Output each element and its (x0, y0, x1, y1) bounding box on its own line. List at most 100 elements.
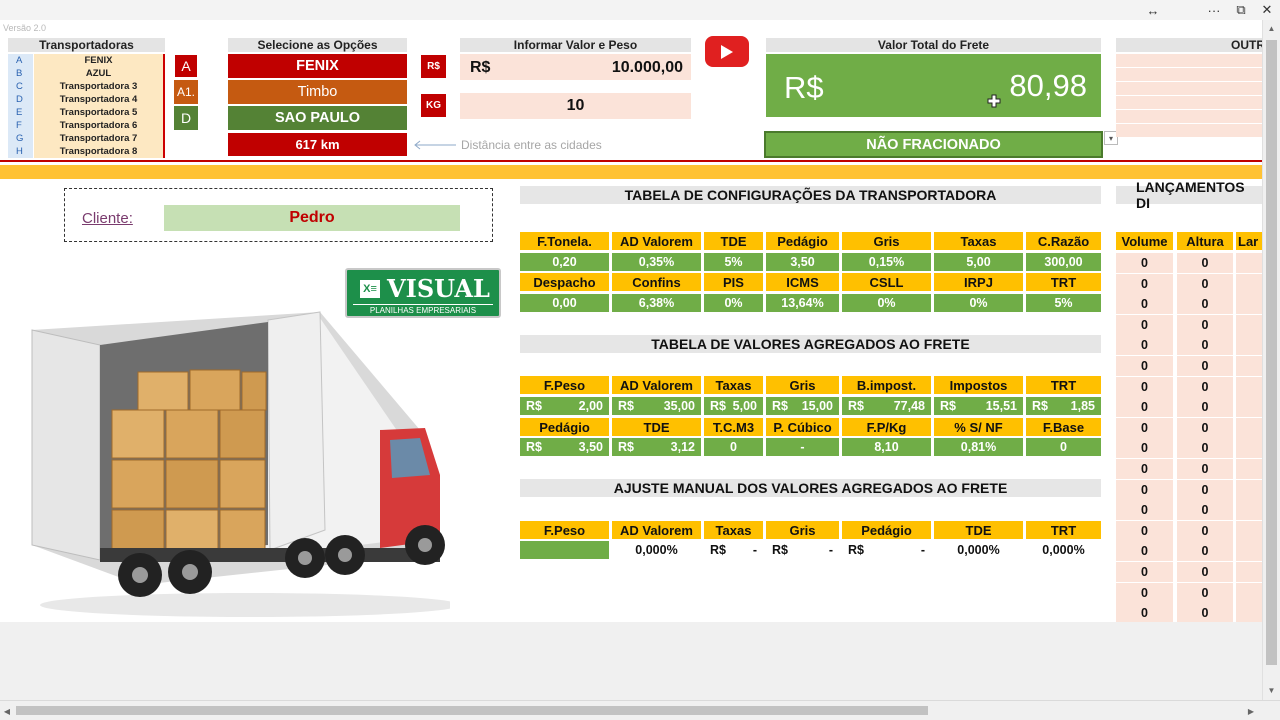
transportadora-row[interactable]: F Transportadora 6 (8, 119, 165, 132)
volume-cell[interactable]: 0 (1116, 273, 1173, 294)
destino-select[interactable]: SAO PAULO (228, 106, 407, 130)
origem-select[interactable]: Timbo (228, 80, 407, 104)
volume-cell[interactable]: 0 (1116, 356, 1173, 376)
volume-cell[interactable]: 0 (1116, 562, 1173, 582)
config-value-cell: 3,50 (766, 253, 839, 271)
resize-icon[interactable]: ↔ (1140, 0, 1166, 20)
agregados-value-cell: R$ 1,85 (1026, 397, 1101, 415)
altura-cell[interactable]: 0 (1177, 541, 1233, 562)
horizontal-scrollbar[interactable]: ◀ ▶ (0, 700, 1280, 720)
fracionado-status[interactable]: NÃO FRACIONADO (764, 131, 1103, 158)
largura-cell[interactable] (1236, 541, 1262, 562)
largura-cell[interactable] (1236, 459, 1262, 479)
ajuste-input-cell[interactable]: 0,000% (934, 541, 1023, 559)
volume-cell[interactable]: 0 (1116, 397, 1173, 418)
altura-cell[interactable]: 0 (1177, 335, 1233, 356)
ajuste-input-cell[interactable]: R$ - (842, 541, 931, 559)
config-value-cell: 0,20 (520, 253, 609, 271)
volume-cell[interactable]: 0 (1116, 603, 1173, 624)
vertical-scroll-thumb[interactable] (1266, 40, 1277, 665)
largura-cell[interactable] (1236, 356, 1262, 376)
volume-cell[interactable]: 0 (1116, 294, 1173, 315)
volume-cell[interactable]: 0 (1116, 438, 1173, 459)
lancamentos-title: LANÇAMENTOS DI (1116, 179, 1262, 211)
largura-cell[interactable] (1236, 417, 1262, 438)
altura-cell[interactable]: 0 (1177, 294, 1233, 315)
peso-input[interactable]: 10 (460, 93, 691, 119)
transportadora-row[interactable]: E Transportadora 5 (8, 106, 165, 119)
largura-cell[interactable] (1236, 253, 1262, 273)
scroll-left-icon[interactable]: ◀ (0, 703, 14, 719)
largura-cell[interactable] (1236, 397, 1262, 418)
altura-cell[interactable]: 0 (1177, 417, 1233, 438)
total-value: 80,98 (1009, 68, 1087, 103)
total-frete-box: R$ 80,98 (766, 54, 1101, 117)
restore-window-icon[interactable]: ⧉ (1228, 0, 1254, 20)
altura-cell[interactable]: 0 (1177, 520, 1233, 541)
agregados-value-cell: - (766, 438, 839, 456)
largura-cell[interactable] (1236, 500, 1262, 521)
altura-cell[interactable]: 0 (1177, 273, 1233, 294)
volume-cell[interactable]: 0 (1116, 520, 1173, 541)
volume-cell[interactable]: 0 (1116, 459, 1173, 479)
largura-cell[interactable] (1236, 335, 1262, 356)
more-options-icon[interactable]: ··· (1201, 0, 1227, 20)
altura-cell[interactable]: 0 (1177, 438, 1233, 459)
volume-cell[interactable]: 0 (1116, 500, 1173, 521)
ajuste-input-cell[interactable]: R$ - (766, 541, 839, 559)
horizontal-scroll-thumb[interactable] (16, 706, 928, 715)
volume-cell[interactable]: 0 (1116, 314, 1173, 335)
ajuste-value: - (920, 543, 925, 557)
volume-cell[interactable]: 0 (1116, 376, 1173, 397)
scroll-up-icon[interactable]: ▲ (1263, 20, 1280, 36)
largura-cell[interactable] (1236, 294, 1262, 315)
altura-cell[interactable]: 0 (1177, 562, 1233, 582)
youtube-play-button[interactable] (705, 36, 749, 67)
ajuste-title: AJUSTE MANUAL DOS VALORES AGREGADOS AO F… (520, 479, 1101, 497)
largura-cell[interactable] (1236, 438, 1262, 459)
scroll-right-icon[interactable]: ▶ (1244, 703, 1258, 719)
largura-cell[interactable] (1236, 603, 1262, 624)
close-window-icon[interactable]: ✕ (1254, 0, 1280, 20)
ajuste-input-cell[interactable]: 0,000% (1026, 541, 1101, 559)
altura-cell[interactable]: 0 (1177, 500, 1233, 521)
transportadora-row[interactable]: H Transportadora 8 (8, 145, 165, 158)
largura-cell[interactable] (1236, 376, 1262, 397)
altura-cell[interactable]: 0 (1177, 459, 1233, 479)
volume-cell[interactable]: 0 (1116, 582, 1173, 603)
largura-cell[interactable] (1236, 273, 1262, 294)
altura-cell[interactable]: 0 (1177, 314, 1233, 335)
altura-cell[interactable]: 0 (1177, 479, 1233, 500)
ajuste-input-cell[interactable] (520, 541, 609, 559)
altura-cell[interactable]: 0 (1177, 397, 1233, 418)
agregados-value-cell: R$ 3,12 (612, 438, 701, 456)
logo-brand: VISUAL (387, 274, 490, 303)
ajuste-input-cell[interactable]: R$ - (704, 541, 763, 559)
volume-cell[interactable]: 0 (1116, 253, 1173, 273)
cliente-name-field[interactable]: Pedro (164, 205, 460, 231)
altura-cell[interactable]: 0 (1177, 582, 1233, 603)
vertical-scrollbar[interactable]: ▲ ▼ (1262, 20, 1280, 700)
altura-cell[interactable]: 0 (1177, 356, 1233, 376)
volume-cell[interactable]: 0 (1116, 479, 1173, 500)
transportadora-row[interactable]: G Transportadora 7 (8, 132, 165, 145)
ajuste-input-cell[interactable]: 0,000% (612, 541, 701, 559)
valor-input[interactable]: R$ 10.000,00 (460, 54, 691, 80)
altura-cell[interactable]: 0 (1177, 603, 1233, 624)
largura-cell[interactable] (1236, 582, 1262, 603)
altura-cell[interactable]: 0 (1177, 376, 1233, 397)
largura-cell[interactable] (1236, 562, 1262, 582)
largura-cell[interactable] (1236, 479, 1262, 500)
largura-cell[interactable] (1236, 314, 1262, 335)
largura-cell[interactable] (1236, 520, 1262, 541)
scroll-down-icon[interactable]: ▼ (1263, 682, 1280, 698)
volume-cell[interactable]: 0 (1116, 335, 1173, 356)
volume-cell[interactable]: 0 (1116, 417, 1173, 438)
transportadora-select[interactable]: FENIX (228, 54, 407, 78)
transportadora-row[interactable]: C Transportadora 3 (8, 80, 165, 93)
volume-cell[interactable]: 0 (1116, 541, 1173, 562)
altura-cell[interactable]: 0 (1177, 253, 1233, 273)
transportadora-row[interactable]: B AZUL (8, 67, 165, 80)
transportadora-row[interactable]: D Transportadora 4 (8, 93, 165, 106)
transportadora-row[interactable]: A FENIX (8, 54, 165, 67)
